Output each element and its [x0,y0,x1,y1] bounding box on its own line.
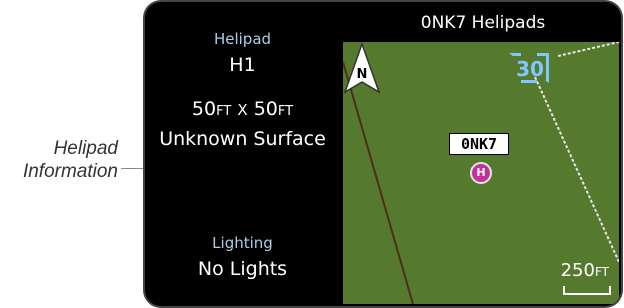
lighting-label: Lighting [212,234,273,252]
boundary-line [534,76,619,263]
heading-indicator: 30 [508,52,552,86]
airport-ident-label[interactable]: 0NK7 [449,133,509,155]
north-letter: N [357,67,368,82]
road-line [343,61,414,304]
helipad-icon[interactable]: H [470,162,492,184]
display-screen: 0NK7 Helipads Helipad H1 50FT X 50FT Unk… [145,2,621,306]
helipad-label: Helipad [213,30,272,48]
surface-value: Unknown Surface [159,128,326,150]
dimension-width: 50 [191,98,217,120]
page-title: 0NK7 Helipads [420,13,546,33]
helipad-value[interactable]: H1 [145,54,340,76]
dimension-width-unit: FT [216,104,232,119]
helipad-dimensions: 50FT X 50FT [145,98,340,120]
scale-value: 250 [560,260,595,281]
callout-line2: Information [22,161,118,182]
callout-label: Helipad Information [0,137,118,183]
boundary-line-2 [557,42,619,57]
scale-bar [563,286,611,295]
moving-map[interactable]: N 30 0NK7 H 250FT [343,42,619,304]
callout-line1: Helipad [53,138,118,159]
dimension-separator: X [237,101,248,119]
scale-unit: FT [594,265,609,279]
dimension-length-unit: FT [277,104,294,119]
north-arrow-icon: N [343,42,381,94]
lighting-value: No Lights [197,258,288,280]
map-scale: 250FT [561,260,609,281]
dimension-length: 50 [253,98,278,120]
